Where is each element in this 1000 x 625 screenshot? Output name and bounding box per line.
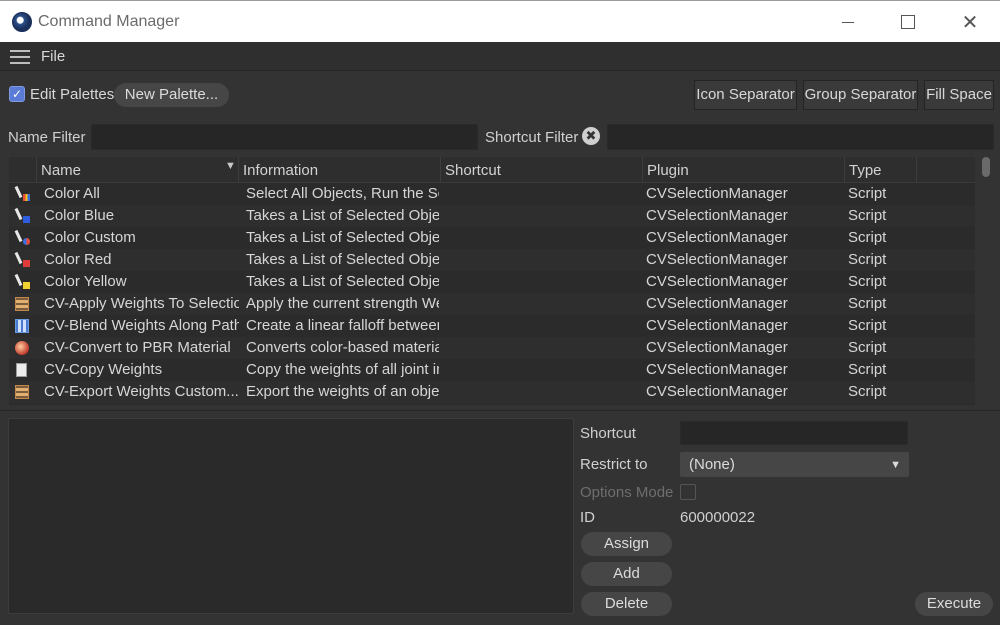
- shortcut-label: Shortcut: [580, 425, 636, 442]
- window-title: Command Manager: [38, 13, 180, 30]
- maximize-button[interactable]: [895, 9, 921, 35]
- close-button[interactable]: ✕: [957, 9, 983, 35]
- color-all-icon: [14, 185, 30, 202]
- color-yellow-icon: [14, 273, 30, 290]
- fill-space-button[interactable]: Fill Space: [924, 80, 994, 110]
- apply-weights-icon: [14, 296, 30, 312]
- restrict-to-label: Restrict to: [580, 456, 648, 473]
- name-filter-label: Name Filter: [8, 129, 86, 146]
- restrict-to-value: (None): [689, 456, 735, 473]
- name-filter-input[interactable]: [91, 124, 478, 150]
- options-mode-label: Options Mode: [580, 484, 674, 501]
- table-row[interactable]: CV-Blend Weights Along Path Create a lin…: [9, 315, 975, 337]
- table-row[interactable]: Color Custom Takes a List of Selected Ob…: [9, 227, 975, 249]
- table-row[interactable]: Color Red Takes a List of Selected Objec…: [9, 249, 975, 271]
- table-row[interactable]: Color All Select All Objects, Run the Sc…: [9, 183, 975, 205]
- header-shortcut[interactable]: Shortcut: [441, 157, 643, 183]
- clear-filter-icon[interactable]: ✖: [582, 127, 600, 145]
- panel-divider[interactable]: [0, 410, 1000, 411]
- group-separator-button[interactable]: Group Separator: [803, 80, 918, 110]
- command-table: Name ▼ Information Shortcut Plugin Type …: [9, 157, 975, 405]
- table-row[interactable]: CV-Copy Weights Copy the weights of all …: [9, 359, 975, 381]
- restrict-to-dropdown[interactable]: (None) ▼: [680, 452, 909, 477]
- icon-separator-button[interactable]: Icon Separator: [694, 80, 797, 110]
- menu-file[interactable]: File: [41, 48, 65, 65]
- shortcut-input[interactable]: [680, 421, 908, 445]
- title-bar: Command Manager ✕: [0, 0, 1000, 42]
- copy-weights-icon: [14, 362, 30, 378]
- table-row[interactable]: CV-Export Weights Custom... Export the w…: [9, 381, 975, 403]
- add-button[interactable]: Add: [581, 562, 672, 586]
- id-value: 600000022: [680, 509, 756, 526]
- header-icon-column: [9, 157, 37, 183]
- table-header: Name ▼ Information Shortcut Plugin Type: [9, 157, 975, 183]
- table-row[interactable]: CV-Apply Weights To Selection Apply the …: [9, 293, 975, 315]
- chevron-down-icon: ▼: [890, 459, 901, 471]
- icon-preview-panel: [8, 418, 574, 614]
- blend-weights-icon: [14, 318, 30, 334]
- color-custom-icon: [14, 229, 30, 246]
- edit-palettes-label[interactable]: Edit Palettes: [30, 86, 114, 103]
- export-weights-icon: [14, 384, 30, 400]
- cinema4d-logo-icon: [12, 12, 32, 32]
- table-scrollbar[interactable]: [982, 157, 990, 177]
- table-row[interactable]: CV-Convert to PBR Material Converts colo…: [9, 337, 975, 359]
- assign-button[interactable]: Assign: [581, 532, 672, 556]
- shortcut-filter-input[interactable]: [607, 124, 994, 150]
- convert-pbr-icon: [14, 340, 30, 356]
- menu-bar: File: [0, 42, 1000, 71]
- new-palette-button[interactable]: New Palette...: [114, 83, 229, 107]
- delete-button[interactable]: Delete: [581, 592, 672, 616]
- header-plugin[interactable]: Plugin: [643, 157, 845, 183]
- id-label: ID: [580, 509, 595, 526]
- execute-button[interactable]: Execute: [915, 592, 993, 616]
- hamburger-menu-icon[interactable]: [10, 50, 30, 64]
- edit-palettes-checkbox[interactable]: ✓: [9, 86, 25, 102]
- sort-descending-icon[interactable]: ▼: [225, 160, 236, 172]
- table-row[interactable]: Color Blue Takes a List of Selected Obje…: [9, 205, 975, 227]
- table-row[interactable]: Color Yellow Takes a List of Selected Ob…: [9, 271, 975, 293]
- header-type[interactable]: Type: [845, 157, 917, 183]
- color-red-icon: [14, 251, 30, 268]
- options-mode-checkbox[interactable]: [680, 484, 696, 500]
- minimize-button[interactable]: [835, 9, 861, 35]
- shortcut-filter-label: Shortcut Filter: [485, 129, 579, 146]
- header-information[interactable]: Information: [239, 157, 441, 183]
- header-name[interactable]: Name: [37, 157, 239, 183]
- color-blue-icon: [14, 207, 30, 224]
